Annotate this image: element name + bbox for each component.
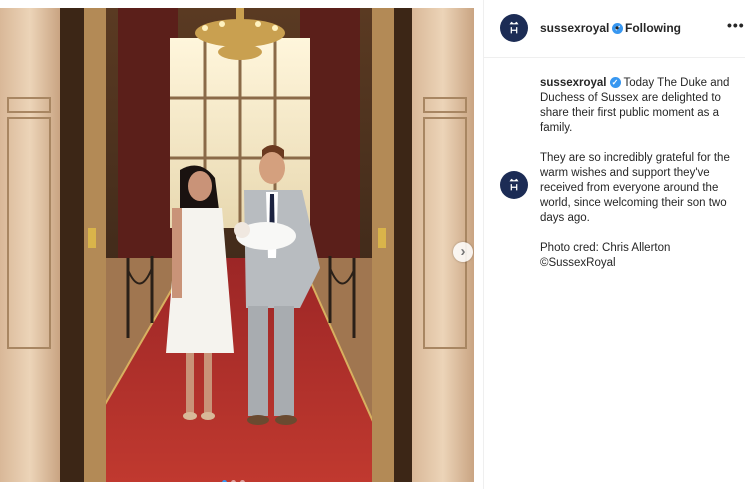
caption-paragraph-1: sussexroyal ✓ Today The Duke and Duchess … [540, 77, 730, 134]
instagram-post: › sussexroyal ✓ • Following ••• sussexro… [0, 0, 745, 489]
post-header: sussexroyal ✓ • Following ••• [484, 0, 745, 58]
post-photo[interactable]: › [0, 8, 474, 482]
carousel-dot-1 [222, 480, 227, 482]
carousel-indicator [222, 480, 245, 482]
header-username[interactable]: sussexroyal ✓ [540, 21, 624, 35]
chevron-right-icon: › [460, 243, 466, 260]
carousel-dot-3 [240, 480, 245, 482]
verified-icon: ✓ [609, 77, 621, 89]
header-separator: • [615, 21, 620, 35]
royal-couple-photo [0, 8, 474, 482]
caption-avatar[interactable] [500, 171, 528, 199]
avatar[interactable] [500, 14, 528, 42]
caption-username[interactable]: sussexroyal ✓ [540, 77, 621, 89]
royal-monogram-icon [509, 178, 519, 191]
post-sidebar: sussexroyal ✓ • Following ••• sussexroyal… [483, 0, 745, 489]
carousel-dot-2 [231, 480, 236, 482]
caption-paragraph-2: They are so incredibly grateful for the … [540, 152, 730, 224]
royal-monogram-icon [509, 21, 519, 34]
more-options-icon[interactable]: ••• [727, 17, 745, 33]
carousel-next-button[interactable]: › [453, 242, 473, 262]
following-button[interactable]: Following [625, 21, 681, 35]
caption-paragraph-3: Photo cred: Chris Allerton ©SussexRoyal [540, 242, 671, 269]
caption-text: sussexroyal ✓ Today The Duke and Duchess … [540, 76, 736, 286]
